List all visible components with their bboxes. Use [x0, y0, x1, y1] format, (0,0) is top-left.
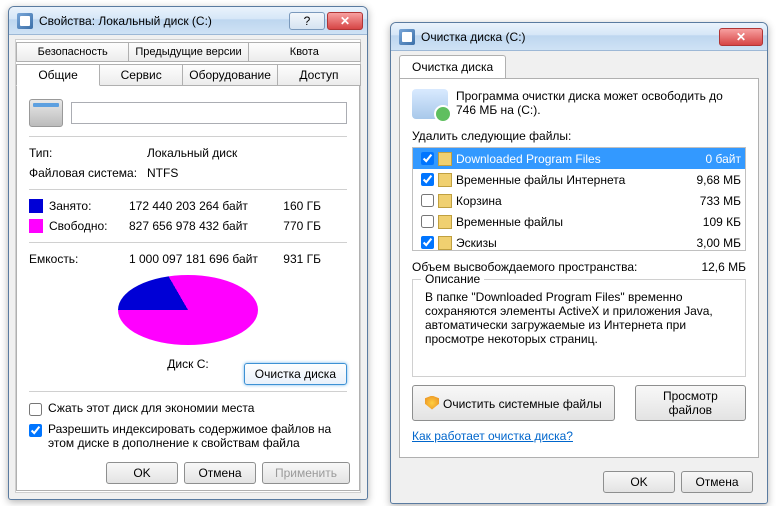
description-title: Описание — [421, 272, 484, 286]
disk-cleanup-button[interactable]: Очистка диска — [244, 363, 347, 385]
folder-icon — [438, 215, 452, 229]
ok-button[interactable]: OK — [603, 471, 675, 493]
cleanup-big-icon — [412, 89, 448, 119]
description-text: В папке "Downloaded Program Files" време… — [425, 290, 733, 346]
window-title: Очистка диска (C:) — [421, 30, 717, 44]
cancel-button[interactable]: Отмена — [681, 471, 753, 493]
compress-checkbox[interactable] — [29, 403, 42, 416]
tab-cleanup[interactable]: Очистка диска — [399, 55, 506, 78]
folder-icon — [438, 173, 452, 187]
ok-button[interactable]: OK — [106, 462, 178, 484]
file-size: 109 КБ — [675, 215, 741, 229]
file-size: 3,00 МБ — [675, 236, 741, 250]
file-item[interactable]: Временные файлы Интернета9,68 МБ — [413, 169, 745, 190]
file-item[interactable]: Эскизы3,00 МБ — [413, 232, 745, 251]
file-name: Временные файлы — [456, 215, 675, 229]
delete-files-label: Удалить следующие файлы: — [412, 129, 746, 143]
file-item[interactable]: Корзина733 МБ — [413, 190, 745, 211]
file-name: Корзина — [456, 194, 675, 208]
apply-button: Применить — [262, 462, 350, 484]
tab-общие[interactable]: Общие — [16, 64, 100, 86]
disk-cleanup-window: Очистка диска (C:) ✕ Очистка диска Прогр… — [390, 22, 768, 504]
view-files-button[interactable]: Просмотр файлов — [635, 385, 746, 421]
fs-value: NTFS — [147, 166, 178, 180]
info-text: Программа очистки диска может освободить… — [456, 89, 744, 117]
tab-безопасность[interactable]: Безопасность — [16, 42, 129, 62]
cancel-button[interactable]: Отмена — [184, 462, 256, 484]
free-label: Свободно: — [49, 219, 129, 233]
folder-icon — [438, 152, 452, 166]
window-title: Свойства: Локальный диск (C:) — [39, 14, 287, 28]
titlebar[interactable]: Очистка диска (C:) ✕ — [391, 23, 767, 51]
file-checkbox[interactable] — [421, 194, 434, 207]
file-size: 0 байт — [675, 152, 741, 166]
tab-оборудование[interactable]: Оборудование — [182, 64, 278, 86]
description-group: Описание В папке "Downloaded Program Fil… — [412, 279, 746, 377]
type-label: Тип: — [29, 146, 147, 160]
file-item[interactable]: Временные файлы109 КБ — [413, 211, 745, 232]
free-swatch — [29, 219, 43, 233]
file-checkbox[interactable] — [421, 152, 434, 165]
free-bytes: 827 656 978 432 байт — [129, 219, 267, 233]
index-checkbox[interactable] — [29, 424, 42, 437]
fs-label: Файловая система: — [29, 166, 147, 180]
tab-general-body: Тип:Локальный диск Файловая система:NTFS… — [16, 85, 360, 491]
clean-system-files-button[interactable]: Очистить системные файлы — [412, 385, 615, 421]
used-bytes: 172 440 203 264 байт — [129, 199, 267, 213]
total-freed-value: 12,6 МБ — [701, 260, 746, 274]
files-list[interactable]: Downloaded Program Files0 байтВременные … — [412, 147, 746, 251]
disk-icon — [29, 99, 63, 127]
free-gb: 770 ГБ — [267, 219, 321, 233]
close-button[interactable]: ✕ — [327, 12, 363, 30]
shield-icon — [425, 396, 439, 410]
cap-gb: 931 ГБ — [267, 252, 321, 266]
window-body: БезопасностьПредыдущие версииКвота Общие… — [15, 39, 361, 493]
used-gb: 160 ГБ — [267, 199, 321, 213]
file-name: Временные файлы Интернета — [456, 173, 675, 187]
index-label[interactable]: Разрешить индексировать содержимое файло… — [48, 422, 347, 450]
file-checkbox[interactable] — [421, 173, 434, 186]
file-size: 733 МБ — [675, 194, 741, 208]
file-checkbox[interactable] — [421, 236, 434, 249]
disk-label-input[interactable] — [71, 102, 347, 124]
file-name: Эскизы — [456, 236, 675, 250]
type-value: Локальный диск — [147, 146, 237, 160]
drive-icon — [17, 13, 33, 29]
file-size: 9,68 МБ — [675, 173, 741, 187]
tab-доступ[interactable]: Доступ — [277, 64, 361, 86]
tab-сервис[interactable]: Сервис — [99, 64, 183, 86]
cap-bytes: 1 000 097 181 696 байт — [129, 252, 267, 266]
file-item[interactable]: Downloaded Program Files0 байт — [413, 148, 745, 169]
file-checkbox[interactable] — [421, 215, 434, 228]
folder-icon — [438, 236, 452, 250]
cap-label: Емкость: — [29, 252, 129, 266]
folder-icon — [438, 194, 452, 208]
close-button[interactable]: ✕ — [719, 28, 763, 46]
compress-label[interactable]: Сжать этот диск для экономии места — [48, 401, 254, 415]
usage-pie-chart — [118, 275, 258, 355]
used-swatch — [29, 199, 43, 213]
file-name: Downloaded Program Files — [456, 152, 675, 166]
titlebar[interactable]: Свойства: Локальный диск (C:) ? ✕ — [9, 7, 367, 35]
window-body: Очистка диска Программа очистки диска мо… — [399, 55, 759, 459]
properties-window: Свойства: Локальный диск (C:) ? ✕ Безопа… — [8, 6, 368, 500]
help-button[interactable]: ? — [289, 12, 325, 30]
how-it-works-link[interactable]: Как работает очистка диска? — [412, 429, 746, 443]
tab-предыдущие-версии[interactable]: Предыдущие версии — [128, 42, 248, 62]
cleanup-icon — [399, 29, 415, 45]
tab-квота[interactable]: Квота — [248, 42, 361, 62]
used-label: Занято: — [49, 199, 129, 213]
